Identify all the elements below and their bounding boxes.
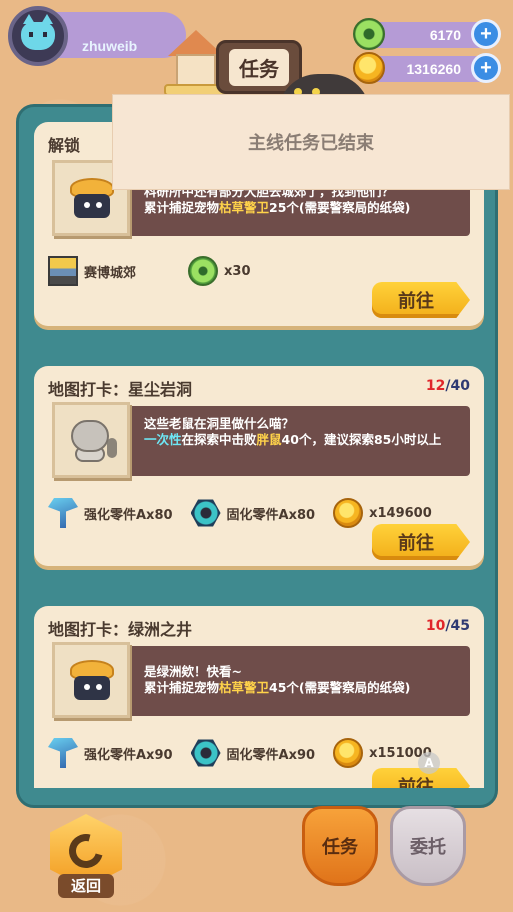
fat-rat-icon	[65, 416, 117, 464]
reward-item: 固化零件Ax80	[190, 498, 315, 528]
page-title-text: 任务	[229, 48, 289, 86]
task-description: 这些老鼠在洞里做什么喵？ 一次性在探索中击败胖鼠40个，建议探索85小时以上	[144, 416, 442, 447]
donut-currency: 6170 +	[353, 18, 501, 50]
reward-item: 强化零件Ax90	[48, 738, 173, 768]
reward-list: 强化零件Ax90 固化零件Ax90 x151000	[48, 738, 470, 768]
bolt-icon	[48, 738, 78, 768]
task-progress: 12/40	[425, 378, 470, 394]
reward-item: x151000	[333, 738, 432, 768]
reward-item: x30	[188, 256, 251, 286]
reward-list: 强化零件Ax80 固化零件Ax80 x149600	[48, 498, 470, 528]
nut-icon	[190, 739, 221, 767]
reward-item: 固化零件Ax90	[190, 738, 315, 768]
task-description: 是绿洲欸！快看~ 累计捕捉宠物枯草警卫45个(需要警察局的纸袋)	[144, 664, 411, 695]
map-thumbnail-icon	[48, 256, 78, 286]
task-card: 地图打卡：绿洲之井 10/45 是绿洲欸！快看~ 累计捕捉宠物枯草警卫45个(需…	[34, 606, 484, 788]
gold-coin-icon	[333, 738, 364, 768]
a-badge: A	[418, 752, 440, 774]
bolt-icon	[48, 498, 78, 528]
donut-amount: 6170	[429, 27, 461, 43]
gold-coin-icon	[333, 498, 364, 528]
gold-coin-icon	[353, 52, 385, 84]
task-title: 地图打卡：星尘岩洞	[48, 380, 193, 399]
donut-icon	[188, 256, 219, 286]
coin-amount: 1316260	[406, 61, 461, 77]
donut-icon	[353, 18, 385, 50]
add-donut-button[interactable]: +	[471, 19, 501, 49]
return-arrow-icon	[62, 827, 110, 875]
dry-grass-guard-icon	[66, 658, 116, 702]
username: zhuweib	[82, 38, 138, 54]
avatar[interactable]	[8, 6, 68, 66]
go-button[interactable]: 前往	[372, 524, 470, 560]
tab-task[interactable]: 任务	[302, 806, 378, 886]
add-coin-button[interactable]: +	[471, 53, 501, 83]
back-label: 返回	[58, 874, 114, 898]
tab-delegate[interactable]: 委托	[390, 806, 466, 886]
task-title: 地图打卡：绿洲之井	[48, 620, 193, 639]
task-progress: 10/45	[425, 618, 470, 634]
task-list[interactable]: 解锁 科研所中还有部分大胆去城郊了，找到他们？ 累计捕捉宠物枯草警卫25个(需要…	[34, 122, 484, 788]
notice-toast-text: 主线任务已结束	[248, 133, 374, 154]
coin-currency: 1316260 +	[353, 52, 501, 84]
pet-portrait	[52, 642, 130, 718]
reward-item: 赛博城郊	[48, 256, 136, 286]
task-card: 地图打卡：星尘岩洞 12/40 这些老鼠在洞里做什么喵？ 一次性在探索中击败胖鼠…	[34, 366, 484, 566]
notice-toast: 主线任务已结束	[112, 94, 510, 190]
nut-icon	[190, 499, 221, 527]
back-button[interactable]: 返回	[48, 812, 124, 898]
pet-portrait	[52, 402, 130, 478]
dry-grass-guard-icon	[66, 176, 116, 220]
reward-item: x149600	[333, 498, 432, 528]
reward-item: 强化零件Ax80	[48, 498, 173, 528]
cat-avatar-icon	[21, 14, 55, 50]
reward-list: 赛博城郊 x30	[48, 256, 470, 286]
task-title: 解锁	[48, 136, 81, 155]
go-button[interactable]: 前往	[372, 282, 470, 318]
